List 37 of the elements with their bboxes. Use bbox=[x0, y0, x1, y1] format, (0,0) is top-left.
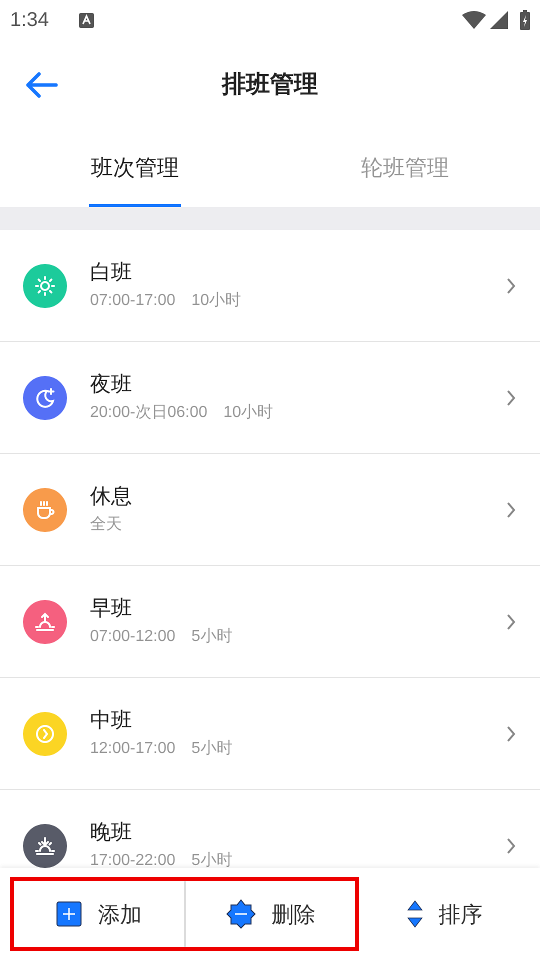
shift-time: 全天 bbox=[90, 514, 122, 534]
back-arrow-icon bbox=[24, 71, 58, 99]
shift-duration: 5小时 bbox=[191, 626, 232, 646]
sort-icon bbox=[406, 900, 423, 928]
shift-name: 白班 bbox=[90, 260, 133, 286]
shift-name: 中班 bbox=[90, 708, 133, 734]
battery-icon bbox=[520, 10, 530, 30]
shift-time: 17:00-22:00 bbox=[90, 850, 176, 868]
shift-time: 12:00-17:00 bbox=[90, 738, 176, 758]
shift-name: 晚班 bbox=[90, 820, 133, 846]
wifi-icon bbox=[462, 11, 486, 29]
chevron-right-icon bbox=[506, 724, 516, 742]
minus-badge-icon bbox=[226, 899, 256, 929]
shift-time: 07:00-17:00 bbox=[90, 290, 176, 310]
sun-icon bbox=[33, 274, 57, 298]
shift-duration: 5小时 bbox=[191, 850, 232, 868]
chevron-right-icon bbox=[506, 388, 516, 406]
delete-button[interactable]: 删除 bbox=[184, 881, 356, 947]
shift-time: 07:00-12:00 bbox=[90, 626, 176, 646]
chevron-right-icon bbox=[506, 836, 516, 854]
chevron-right-icon bbox=[506, 612, 516, 630]
chevron-right-icon bbox=[506, 276, 516, 294]
shift-name: 夜班 bbox=[90, 372, 133, 398]
plus-square-icon bbox=[56, 901, 82, 927]
shift-duration: 10小时 bbox=[191, 290, 242, 310]
shift-duration: 5小时 bbox=[191, 738, 232, 758]
keyboard-icon bbox=[78, 12, 94, 28]
shift-name: 休息 bbox=[90, 484, 133, 510]
add-button[interactable]: 添加 bbox=[14, 881, 184, 947]
signal-icon bbox=[490, 11, 508, 29]
shift-time: 20:00-次日06:00 bbox=[90, 402, 208, 422]
page-title: 排班管理 bbox=[222, 70, 318, 100]
shift-duration: 10小时 bbox=[223, 402, 274, 422]
chevron-right-icon bbox=[506, 500, 516, 518]
sort-button[interactable]: 排序 bbox=[359, 877, 530, 951]
shift-name: 早班 bbox=[90, 596, 133, 622]
status-time: 1:34 bbox=[10, 8, 49, 33]
